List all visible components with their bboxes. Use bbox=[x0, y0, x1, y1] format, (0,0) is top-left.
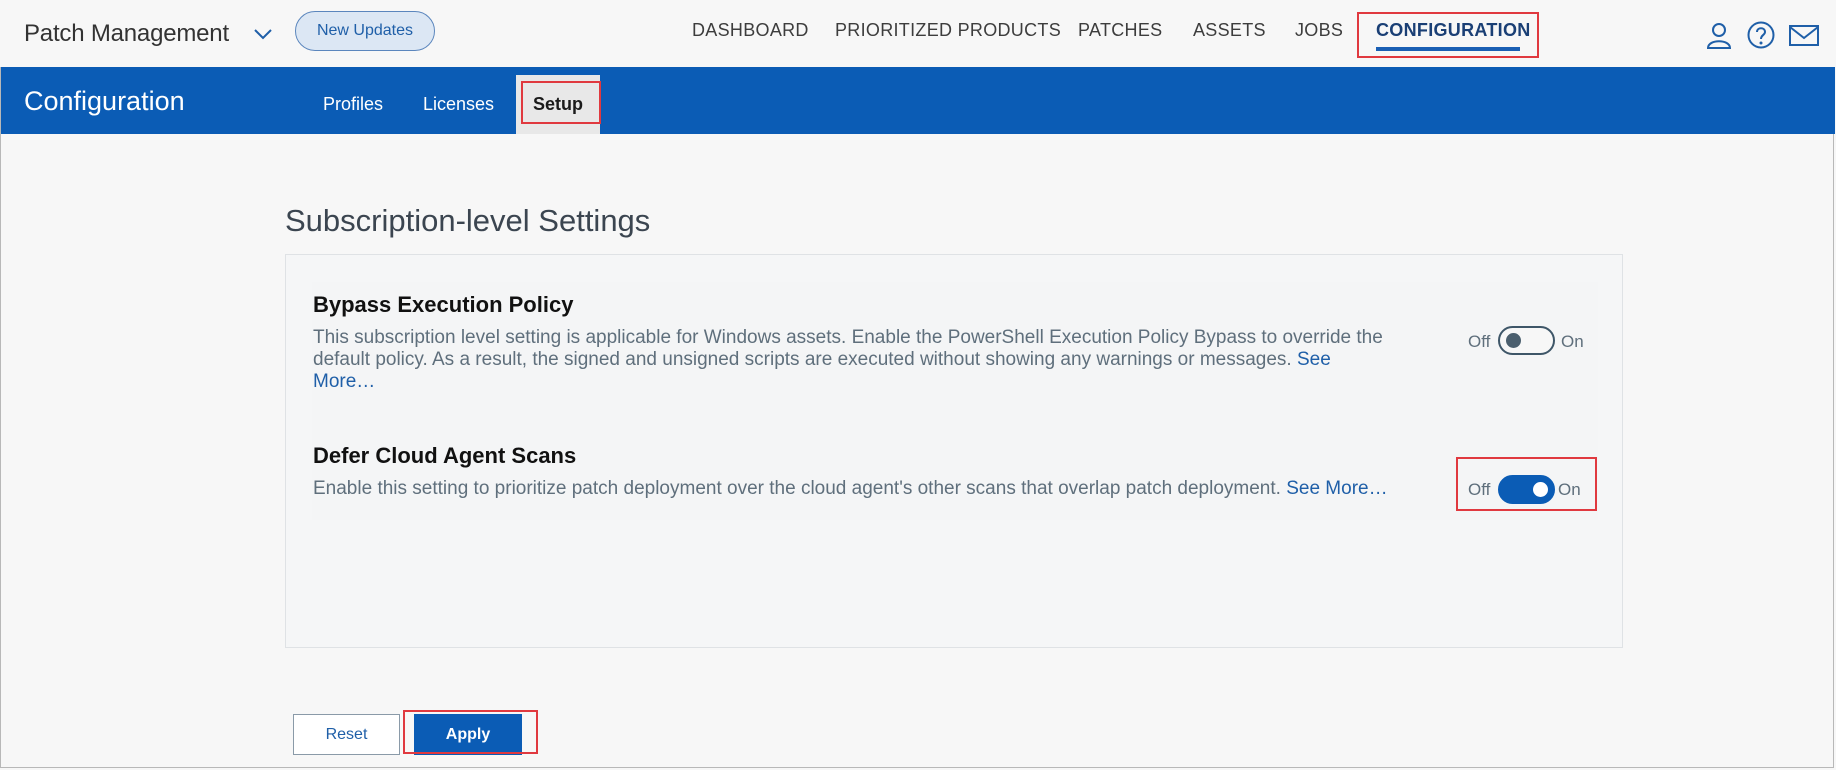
new-updates-button[interactable]: New Updates bbox=[295, 11, 435, 51]
setting-title-bypass-execution-policy: Bypass Execution Policy bbox=[313, 292, 574, 317]
user-icon[interactable] bbox=[1704, 20, 1734, 50]
setting-description-defer: Enable this setting to prioritize patch … bbox=[313, 478, 1388, 500]
toggle-off-label: Off bbox=[1468, 332, 1491, 351]
nav-patches[interactable]: PATCHES bbox=[1078, 20, 1162, 41]
setting-description-text: Enable this setting to prioritize patch … bbox=[313, 478, 1281, 499]
see-more-link[interactable]: See bbox=[1297, 349, 1331, 370]
tab-setup[interactable]: Setup bbox=[533, 94, 583, 115]
setting-title-defer-cloud-agent-scans: Defer Cloud Agent Scans bbox=[313, 443, 577, 468]
toggle-knob bbox=[1533, 482, 1548, 497]
setting-description-text: default policy. As a result, the signed … bbox=[313, 349, 1292, 370]
setting-description-line: This subscription level setting is appli… bbox=[313, 327, 1383, 348]
chevron-down-icon[interactable] bbox=[252, 24, 274, 44]
app-title: Patch Management bbox=[24, 20, 229, 47]
toggle-knob bbox=[1506, 333, 1521, 348]
setting-description-line: default policy. As a result, the signed … bbox=[313, 349, 1383, 371]
toggle-on-label: On bbox=[1558, 480, 1581, 499]
nav-assets[interactable]: ASSETS bbox=[1193, 20, 1266, 41]
see-more-link[interactable]: More… bbox=[313, 371, 1383, 393]
nav-jobs[interactable]: JOBS bbox=[1295, 20, 1343, 41]
nav-configuration[interactable]: CONFIGURATION bbox=[1376, 20, 1531, 41]
toggle-off-label: Off bbox=[1468, 480, 1491, 499]
bypass-execution-policy-toggle[interactable] bbox=[1498, 326, 1555, 355]
top-bar: Patch Management New Updates DASHBOARD P… bbox=[0, 0, 1836, 67]
help-icon[interactable] bbox=[1746, 20, 1776, 50]
nav-active-underline bbox=[1376, 47, 1520, 51]
nav-prioritized-products[interactable]: PRIORITIZED PRODUCTS bbox=[835, 20, 1061, 41]
page-title: Configuration bbox=[24, 86, 185, 116]
see-more-link[interactable]: See More… bbox=[1286, 478, 1387, 499]
section-title: Subscription-level Settings bbox=[285, 203, 651, 238]
defer-cloud-agent-scans-toggle[interactable] bbox=[1498, 475, 1555, 504]
apply-button[interactable]: Apply bbox=[414, 714, 522, 755]
tab-profiles[interactable]: Profiles bbox=[323, 94, 383, 115]
page-header-band bbox=[1, 67, 1835, 134]
reset-button[interactable]: Reset bbox=[293, 714, 400, 755]
mail-icon[interactable] bbox=[1788, 20, 1820, 50]
nav-dashboard[interactable]: DASHBOARD bbox=[692, 20, 809, 41]
setting-description-bypass: This subscription level setting is appli… bbox=[313, 327, 1383, 393]
tab-licenses[interactable]: Licenses bbox=[423, 94, 494, 115]
toggle-on-label: On bbox=[1561, 332, 1584, 351]
